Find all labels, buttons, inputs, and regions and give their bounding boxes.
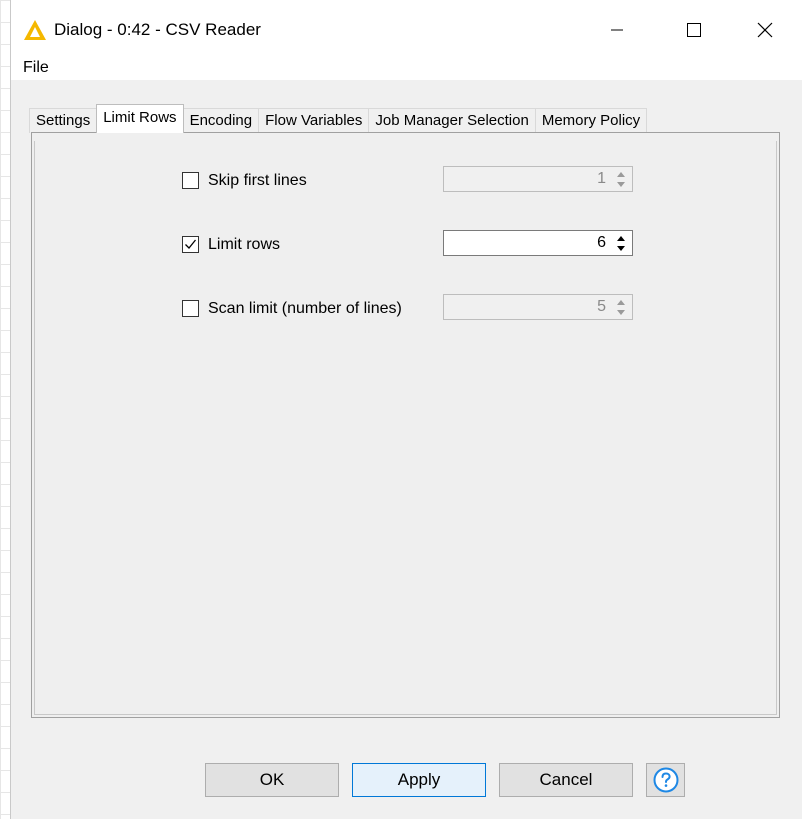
knime-triangle-icon: [24, 20, 46, 40]
spin-up-button[interactable]: [612, 169, 630, 179]
scan-limit-label: Scan limit (number of lines): [208, 300, 402, 317]
tab-job-manager-selection[interactable]: Job Manager Selection: [368, 108, 536, 133]
spin-down-button[interactable]: [612, 243, 630, 253]
arrow-up-icon: [617, 299, 625, 305]
cancel-button[interactable]: Cancel: [499, 763, 633, 797]
arrow-up-icon: [617, 171, 625, 177]
minimize-icon: [611, 29, 623, 31]
skip-first-lines-value: 1: [597, 170, 606, 187]
panel-inner-border: [34, 141, 777, 715]
arrow-up-icon: [617, 235, 625, 241]
scan-limit-value: 5: [597, 298, 606, 315]
tab-flow-variables[interactable]: Flow Variables: [258, 108, 370, 133]
spin-up-button[interactable]: [612, 297, 630, 307]
limit-rows-checkbox[interactable]: [182, 236, 199, 253]
skip-first-lines-spinner[interactable]: 1: [443, 166, 633, 192]
menu-file[interactable]: File: [23, 58, 49, 78]
checkmark-icon: [185, 239, 197, 249]
menu-bar: File: [11, 58, 802, 80]
arrow-down-icon: [617, 245, 625, 251]
close-icon: [757, 22, 773, 38]
limit-rows-spin-buttons: [612, 233, 630, 253]
limit-rows-value: 6: [597, 234, 606, 251]
tab-settings[interactable]: Settings: [29, 108, 98, 133]
tab-memory-policy[interactable]: Memory Policy: [534, 108, 648, 133]
arrow-down-icon: [617, 309, 625, 315]
maximize-icon: [687, 23, 701, 37]
title-bar: Dialog - 0:42 - CSV Reader: [11, 0, 802, 58]
limit-rows-spinner[interactable]: 6: [443, 230, 633, 256]
ok-button[interactable]: OK: [205, 763, 339, 797]
skip-first-lines-spin-buttons: [612, 169, 630, 189]
apply-button[interactable]: Apply: [352, 763, 486, 797]
help-button[interactable]: [646, 763, 685, 797]
maximize-button[interactable]: [671, 10, 717, 50]
spin-up-button[interactable]: [612, 233, 630, 243]
window-title: Dialog - 0:42 - CSV Reader: [54, 20, 261, 39]
skip-first-lines-label: Skip first lines: [208, 172, 307, 189]
scan-limit-checkbox[interactable]: [182, 300, 199, 317]
dialog-window: Dialog - 0:42 - CSV Reader File Settings…: [10, 0, 802, 819]
spin-down-button[interactable]: [612, 307, 630, 317]
skip-first-lines-checkbox[interactable]: [182, 172, 199, 189]
spin-down-button[interactable]: [612, 179, 630, 189]
scan-limit-spinner[interactable]: 5: [443, 294, 633, 320]
close-button[interactable]: [742, 10, 788, 50]
tab-limit-rows[interactable]: Limit Rows: [96, 104, 184, 133]
tab-encoding[interactable]: Encoding: [182, 108, 260, 133]
minimize-button[interactable]: [594, 10, 640, 50]
arrow-down-icon: [617, 181, 625, 187]
tab-bar: Settings Limit Rows Encoding Flow Variab…: [29, 104, 648, 133]
limit-rows-panel: Skip first lines 1 Limit rows 6 Scan lim…: [31, 132, 780, 718]
limit-rows-label: Limit rows: [208, 236, 281, 253]
scan-limit-spin-buttons: [612, 297, 630, 317]
help-question-icon: [653, 767, 678, 793]
